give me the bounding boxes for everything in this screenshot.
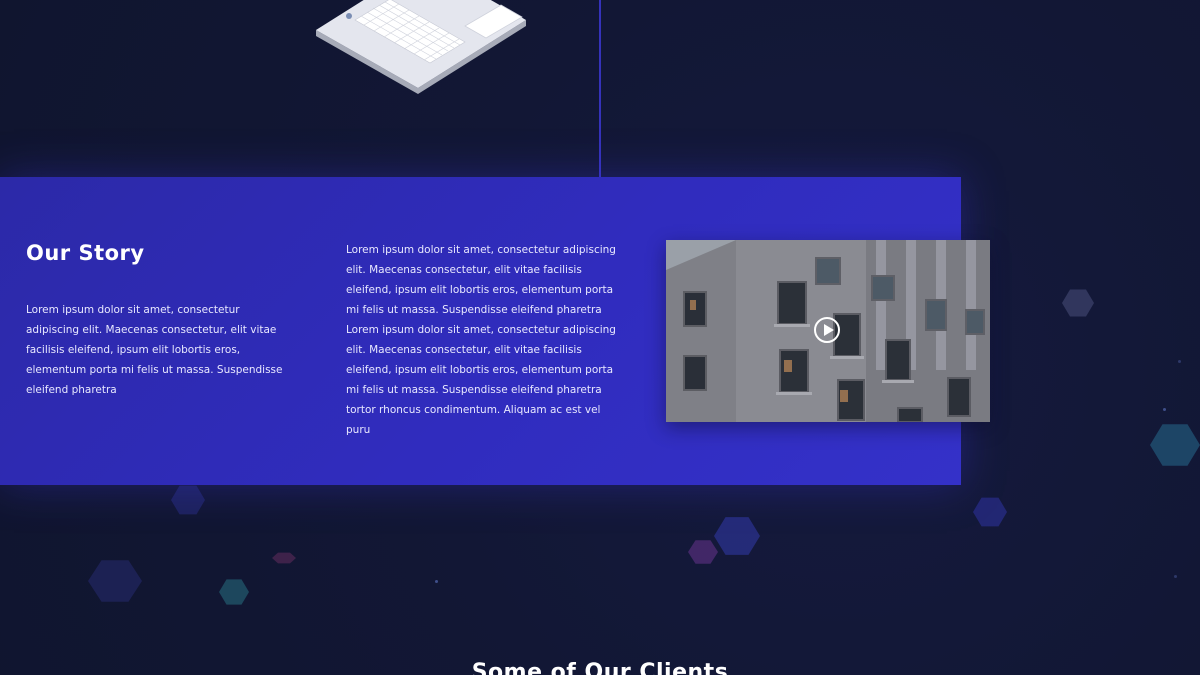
hexagon-particle — [171, 485, 205, 515]
hexagon-particle — [1062, 289, 1094, 317]
story-paragraph-middle: Lorem ipsum dolor sit amet, consectetur … — [346, 244, 616, 436]
story-paragraph-left: Lorem ipsum dolor sit amet, consectetur … — [26, 304, 283, 396]
hexagon-particle — [1150, 424, 1200, 466]
page: Our Story Lorem ipsum dolor sit amet, co… — [0, 0, 1200, 675]
laptop-illustration — [316, 0, 526, 94]
particle-dot — [1178, 360, 1181, 363]
hexagon-particle — [688, 540, 718, 564]
particle-dot — [435, 580, 438, 583]
play-icon — [824, 324, 834, 336]
particle-dot — [1163, 408, 1166, 411]
hexagon-particle — [219, 579, 249, 605]
hexagon-particle — [973, 497, 1007, 527]
hexagon-particle — [272, 552, 296, 564]
hexagon-particle — [88, 560, 142, 602]
hexagon-particle — [714, 517, 760, 555]
particle-dot — [1174, 575, 1177, 578]
play-button[interactable] — [814, 317, 840, 343]
vertical-divider — [599, 0, 601, 178]
section-title: Our Story — [26, 241, 145, 265]
clients-heading: Some of Our Clients — [471, 660, 729, 675]
